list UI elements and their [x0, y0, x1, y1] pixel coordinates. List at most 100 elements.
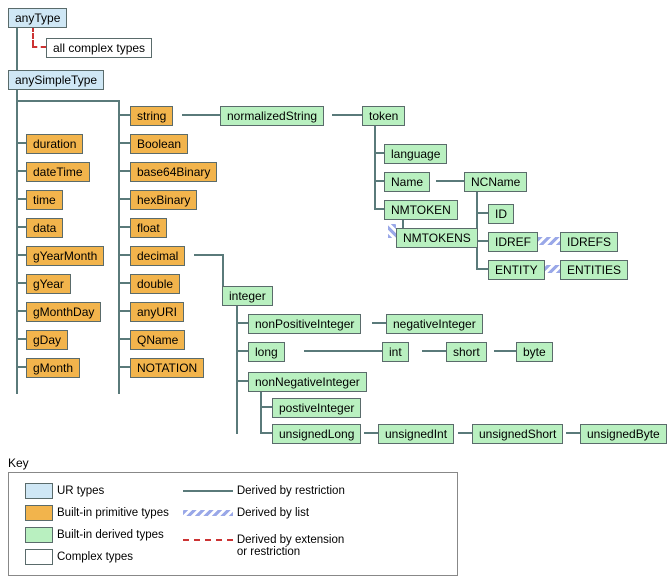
node-label: float — [137, 221, 160, 235]
node-unsignedLong: unsignedLong — [272, 424, 361, 444]
node-label: double — [137, 277, 173, 291]
node-int: int — [382, 342, 409, 362]
node-label: gYear — [33, 277, 64, 291]
node-label: NCName — [471, 175, 520, 189]
node-gYear: gYear — [26, 274, 71, 294]
node-label: anyURI — [137, 305, 177, 319]
node-IDREFS: IDREFS — [560, 232, 618, 252]
node-label: unsignedInt — [385, 427, 447, 441]
node-label: duration — [33, 137, 76, 151]
node-label: long — [255, 345, 278, 359]
node-label: ID — [495, 207, 507, 221]
node-label: gDay — [33, 333, 61, 347]
node-dateTime: dateTime — [26, 162, 90, 182]
node-label: anyType — [15, 11, 60, 25]
node-label: string — [137, 109, 166, 123]
node-label: decimal — [137, 249, 178, 263]
legend-ext: Derived by extension or restriction — [237, 534, 344, 558]
node-label: IDREFS — [567, 235, 611, 249]
node-label: integer — [229, 289, 266, 303]
swatch-prim — [25, 505, 53, 521]
node-Name: Name — [384, 172, 430, 192]
node-ID: ID — [488, 204, 514, 224]
node-QName: QName — [130, 330, 185, 350]
node-anySimpleType: anySimpleType — [8, 70, 104, 90]
swatch-deriv — [25, 527, 53, 543]
node-label: data — [33, 221, 56, 235]
line-restriction-icon — [183, 490, 233, 492]
node-Boolean: Boolean — [130, 134, 188, 154]
node-label: nonNegativeInteger — [255, 375, 360, 389]
node-label: language — [391, 147, 440, 161]
line-extension-icon — [183, 539, 233, 541]
node-label: base64Binary — [137, 165, 210, 179]
node-data: data — [26, 218, 63, 238]
legend-title: Key — [8, 456, 29, 470]
node-label: nonPositiveInteger — [255, 317, 354, 331]
node-string: string — [130, 106, 173, 126]
node-label: unsignedByte — [587, 427, 660, 441]
node-nonNegativeInteger: nonNegativeInteger — [248, 372, 367, 392]
node-anyType: anyType — [8, 8, 67, 28]
node-time: time — [26, 190, 63, 210]
node-label: NMTOKENS — [403, 231, 471, 245]
node-gMonth: gMonth — [26, 358, 80, 378]
node-byte: byte — [516, 342, 553, 362]
node-label: gYearMonth — [33, 249, 97, 263]
legend-ur: UR types — [57, 485, 104, 497]
node-token: token — [362, 106, 405, 126]
legend-list: Derived by list — [237, 507, 309, 519]
node-unsignedShort: unsignedShort — [472, 424, 563, 444]
node-label: unsignedShort — [479, 427, 556, 441]
node-duration: duration — [26, 134, 83, 154]
legend: UR types Derived by restriction Built-in… — [8, 472, 458, 576]
node-base64Binary: base64Binary — [130, 162, 217, 182]
node-label: hexBinary — [137, 193, 190, 207]
node-long: long — [248, 342, 285, 362]
node-gYearMonth: gYearMonth — [26, 246, 104, 266]
node-normalizedString: normalizedString — [220, 106, 324, 126]
node-short: short — [446, 342, 487, 362]
node-label: Boolean — [137, 137, 181, 151]
node-label: NOTATION — [137, 361, 197, 375]
node-label: ENTITIES — [567, 263, 621, 277]
node-unsignedInt: unsignedInt — [378, 424, 454, 444]
node-NMTOKEN: NMTOKEN — [384, 200, 458, 220]
type-hierarchy-diagram: anyType all complex types anySimpleType … — [4, 4, 667, 559]
legend-restr: Derived by restriction — [237, 485, 345, 497]
swatch-ur — [25, 483, 53, 499]
legend-deriv: Built-in derived types — [57, 529, 164, 541]
node-IDREF: IDREF — [488, 232, 538, 252]
node-label: byte — [523, 345, 546, 359]
node-label: Name — [391, 175, 423, 189]
node-label: int — [389, 345, 402, 359]
node-nonPositiveInteger: nonPositiveInteger — [248, 314, 361, 334]
legend-prim: Built-in primitive types — [57, 507, 169, 519]
node-integer: integer — [222, 286, 273, 306]
line-list-icon — [183, 510, 233, 516]
node-label: all complex types — [53, 41, 145, 55]
node-unsignedByte: unsignedByte — [580, 424, 667, 444]
node-label: QName — [137, 333, 178, 347]
node-hexBinary: hexBinary — [130, 190, 197, 210]
node-gMonthDay: gMonthDay — [26, 302, 101, 322]
node-label: short — [453, 345, 480, 359]
node-ENTITY: ENTITY — [488, 260, 545, 280]
node-label: gMonth — [33, 361, 73, 375]
node-label: dateTime — [33, 165, 83, 179]
node-float: float — [130, 218, 167, 238]
node-label: negativeInteger — [393, 317, 476, 331]
node-double: double — [130, 274, 180, 294]
node-NMTOKENS: NMTOKENS — [396, 228, 478, 248]
node-label: gMonthDay — [33, 305, 94, 319]
node-anyURI: anyURI — [130, 302, 184, 322]
node-NCName: NCName — [464, 172, 527, 192]
node-label: time — [33, 193, 56, 207]
node-label: unsignedLong — [279, 427, 354, 441]
legend-table: UR types Derived by restriction Built-in… — [17, 479, 353, 569]
node-all-complex-types: all complex types — [46, 38, 152, 58]
node-gDay: gDay — [26, 330, 68, 350]
node-negativeInteger: negativeInteger — [386, 314, 483, 334]
node-positiveInteger: postiveInteger — [272, 398, 361, 418]
legend-complex: Complex types — [57, 551, 133, 563]
